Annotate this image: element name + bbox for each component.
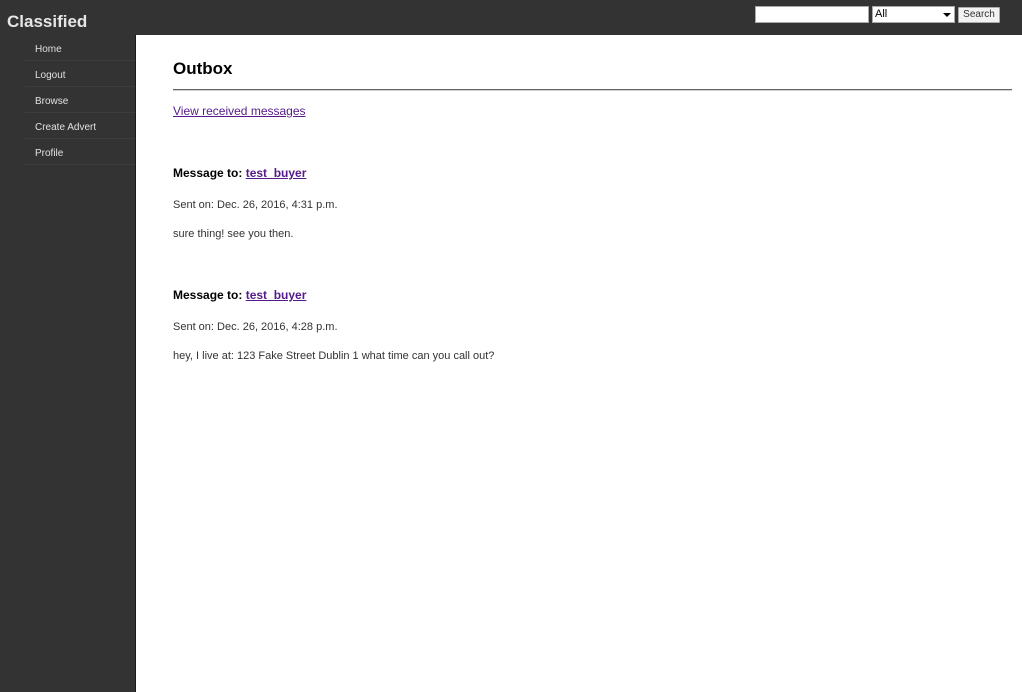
chevron-down-icon [943, 13, 951, 17]
sidebar-link-profile[interactable]: Profile [35, 147, 63, 160]
sidebar-item-create-advert: Create Advert [25, 113, 135, 139]
sidebar-item-profile: Profile [25, 139, 135, 165]
category-select[interactable]: All [872, 6, 955, 23]
search-button[interactable]: Search [958, 7, 1000, 23]
message-heading: Message to: test_buyer [173, 288, 993, 302]
message-sent-date: Sent on: Dec. 26, 2016, 4:31 p.m. [173, 199, 338, 211]
sidebar-link-home[interactable]: Home [35, 43, 62, 56]
site-brand[interactable]: Classified [7, 12, 87, 32]
top-bar: Classified All Search [0, 0, 1022, 35]
sidebar: Home Logout Browse Create Advert Profile [0, 35, 135, 692]
message-to-label: Message to: [173, 288, 243, 302]
page-title: Outbox [173, 59, 233, 78]
message-to-label: Message to: [173, 166, 243, 180]
sidebar-item-home: Home [25, 35, 135, 61]
message-heading: Message to: test_buyer [173, 166, 993, 180]
message-item: Message to: test_buyer Sent on: Dec. 26,… [173, 288, 993, 363]
message-item: Message to: test_buyer Sent on: Dec. 26,… [173, 166, 993, 241]
message-sent-date: Sent on: Dec. 26, 2016, 4:28 p.m. [173, 321, 338, 333]
view-received-messages-link[interactable]: View received messages [173, 104, 306, 118]
category-select-value: All [875, 8, 888, 20]
message-body: hey, I live at: 123 Fake Street Dublin 1… [173, 350, 495, 362]
sidebar-link-create-advert[interactable]: Create Advert [35, 121, 96, 134]
title-divider [173, 89, 1012, 91]
sidebar-link-logout[interactable]: Logout [35, 69, 66, 82]
sidebar-link-browse[interactable]: Browse [35, 95, 68, 108]
sidebar-nav: Home Logout Browse Create Advert Profile [0, 35, 135, 165]
message-body: sure thing! see you then. [173, 228, 294, 240]
message-recipient-link[interactable]: test_buyer [246, 166, 307, 180]
sidebar-item-logout: Logout [25, 61, 135, 87]
main-content: Outbox View received messages Message to… [135, 35, 1022, 692]
sidebar-item-browse: Browse [25, 87, 135, 113]
search-input[interactable] [755, 6, 869, 23]
message-recipient-link[interactable]: test_buyer [246, 288, 307, 302]
